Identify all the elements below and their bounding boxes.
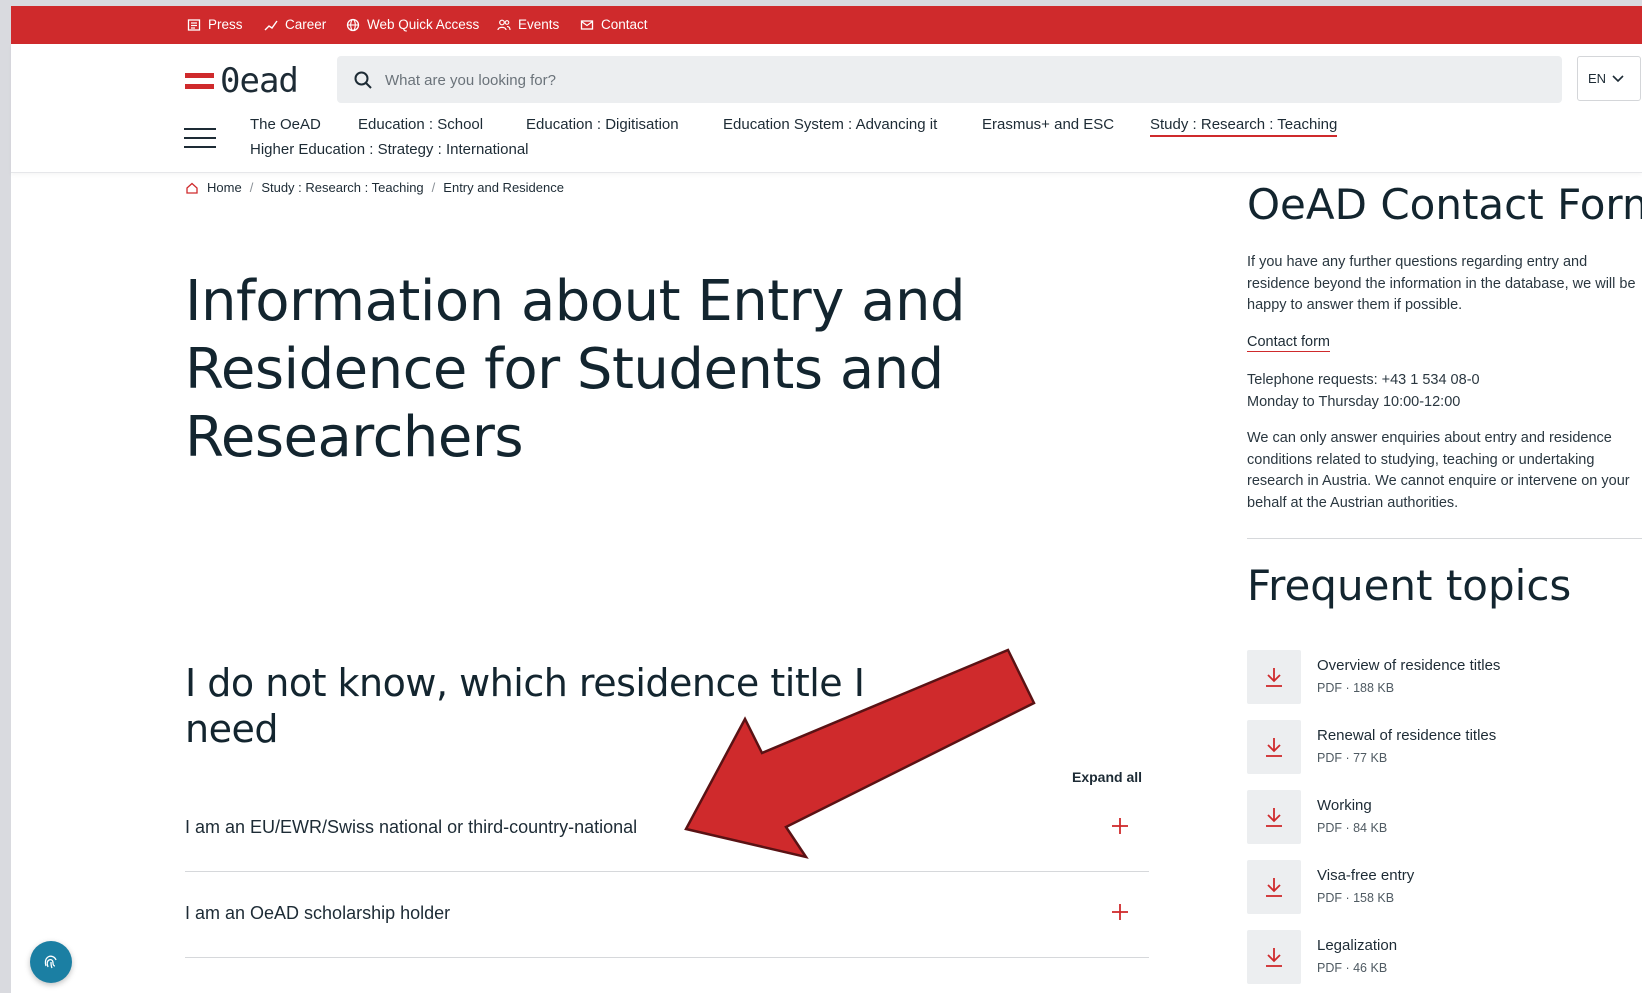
download-icon: [1266, 808, 1282, 827]
download-button[interactable]: [1247, 790, 1301, 844]
career-link[interactable]: Career: [264, 17, 326, 32]
logo-text: 0ead: [220, 61, 299, 101]
phone-requests-text: Telephone requests: +43 1 534 08-0: [1247, 372, 1480, 388]
topic-meta: PDF · 158 KB: [1317, 891, 1395, 905]
disclaimer-text: We can only answer enquiries about entry…: [1247, 430, 1630, 511]
topic-name[interactable]: Renewal of residence titles: [1317, 727, 1496, 744]
web-quick-access-link[interactable]: Web Quick Access: [346, 17, 479, 32]
events-link[interactable]: Events: [497, 17, 559, 32]
breadcrumb: Home / Study : Research : Teaching / Ent…: [185, 180, 564, 195]
nav-education-system[interactable]: Education System : Advancing it: [723, 116, 937, 133]
fingerprint-icon: [44, 955, 57, 969]
oead-logo[interactable]: 0ead: [185, 61, 299, 101]
accordion-label: I am an OeAD scholarship holder: [185, 903, 451, 923]
austria-flag-icon: [185, 71, 214, 91]
topic-item[interactable]: Overview of residence titles PDF · 188 K…: [1247, 650, 1642, 706]
topic-item[interactable]: Working PDF · 84 KB: [1247, 790, 1642, 846]
topic-item[interactable]: Renewal of residence titles PDF · 77 KB: [1247, 720, 1642, 776]
search-icon: [354, 71, 372, 89]
section-title: I do not know, which residence title I n…: [185, 661, 865, 751]
home-icon: [186, 182, 198, 194]
nav-education-school[interactable]: Education : School: [358, 116, 483, 133]
topic-meta: PDF · 84 KB: [1317, 821, 1388, 835]
nav-education-digitisation[interactable]: Education : Digitisation: [526, 116, 679, 133]
web-quick-access-label: Web Quick Access: [367, 17, 480, 32]
accordion-item-scholarship-holder[interactable]: I am an OeAD scholarship holder: [185, 873, 1149, 958]
plus-icon[interactable]: [1111, 817, 1129, 835]
topic-meta: PDF · 46 KB: [1317, 961, 1388, 975]
people-icon: [497, 19, 511, 30]
globe-icon: [346, 18, 360, 31]
breadcrumb-study[interactable]: Study : Research : Teaching: [261, 180, 423, 195]
window-frame-left: [0, 0, 11, 993]
utility-bar: Press Career Web Quick Access Events Con…: [11, 6, 1642, 44]
events-label: Events: [518, 17, 560, 32]
frequent-topics-title: Frequent topics: [1247, 561, 1572, 610]
contact-form-title: OeAD Contact Form: [1247, 180, 1642, 229]
press-link[interactable]: Press: [187, 17, 243, 32]
contact-label: Contact: [601, 17, 648, 32]
breadcrumb-current: Entry and Residence: [443, 180, 564, 195]
breadcrumb-home[interactable]: Home: [207, 180, 242, 195]
expand-all-button[interactable]: Expand all: [1072, 769, 1142, 785]
topic-name[interactable]: Visa-free entry: [1317, 867, 1414, 884]
topic-name[interactable]: Overview of residence titles: [1317, 657, 1500, 674]
topic-name[interactable]: Legalization: [1317, 937, 1397, 954]
search-bar[interactable]: [337, 56, 1562, 105]
language-label: EN: [1588, 71, 1607, 86]
contact-form-link[interactable]: Contact form: [1247, 334, 1330, 352]
topic-item[interactable]: Visa-free entry PDF · 158 KB: [1247, 860, 1642, 916]
download-icon: [1266, 948, 1282, 967]
chevron-down-icon: [1612, 74, 1624, 82]
phone-hours-text: Monday to Thursday 10:00-12:00: [1247, 394, 1461, 410]
career-label: Career: [285, 17, 327, 32]
language-selector[interactable]: EN: [1577, 56, 1641, 101]
download-button[interactable]: [1247, 720, 1301, 774]
download-button[interactable]: [1247, 860, 1301, 914]
career-icon: [264, 20, 278, 30]
download-icon: [1266, 738, 1282, 757]
breadcrumb-separator: /: [249, 180, 254, 195]
nav-study-research-teaching[interactable]: Study : Research : Teaching: [1150, 116, 1338, 137]
accordion-label: I am an EU/EWR/Swiss national or third-c…: [185, 817, 638, 837]
search-input[interactable]: [383, 56, 1537, 105]
download-icon: [1266, 878, 1282, 897]
menu-icon[interactable]: [184, 127, 216, 149]
contact-link-top[interactable]: Contact: [580, 17, 648, 32]
mail-icon: [580, 19, 594, 30]
topic-name[interactable]: Working: [1317, 797, 1372, 814]
press-label: Press: [208, 17, 243, 32]
download-icon: [1266, 668, 1282, 687]
accordion-item-eu-national[interactable]: I am an EU/EWR/Swiss national or third-c…: [185, 787, 1149, 872]
download-button[interactable]: [1247, 930, 1301, 984]
sidebar-divider: [1247, 538, 1642, 539]
topic-meta: PDF · 77 KB: [1317, 751, 1388, 765]
topic-item[interactable]: Legalization PDF · 46 KB: [1247, 930, 1642, 986]
topic-meta: PDF · 188 KB: [1317, 681, 1395, 695]
plus-icon[interactable]: [1111, 903, 1129, 921]
page-title: Information about Entry and Residence fo…: [185, 269, 966, 470]
breadcrumb-separator: /: [431, 180, 436, 195]
newspaper-icon: [187, 18, 201, 31]
nav-the-oead[interactable]: The OeAD: [250, 116, 321, 133]
cookie-settings-button[interactable]: [30, 941, 72, 983]
download-button[interactable]: [1247, 650, 1301, 704]
nav-erasmus-esc[interactable]: Erasmus+ and ESC: [982, 116, 1114, 133]
nav-higher-education[interactable]: Higher Education : Strategy : Internatio…: [250, 141, 529, 158]
contact-intro-text: If you have any further questions regard…: [1247, 254, 1636, 313]
